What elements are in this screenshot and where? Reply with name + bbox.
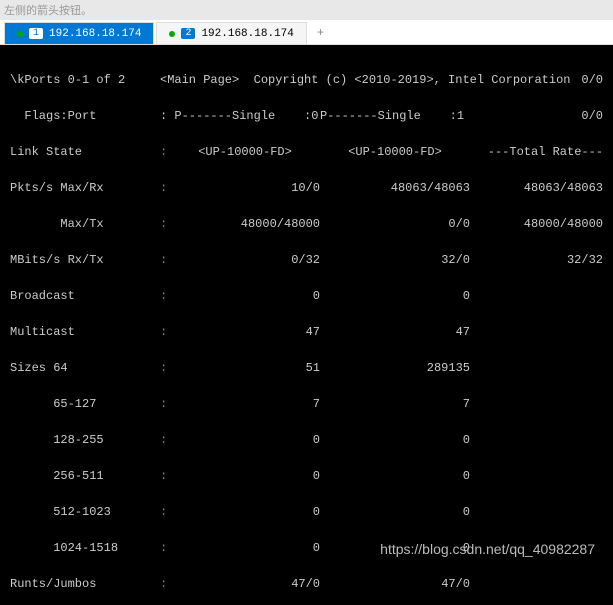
maxtx-p0: 48000/48000 xyxy=(170,215,320,233)
mcast-p1: 47 xyxy=(320,323,470,341)
flags-p1: P-------Single :1 xyxy=(320,107,500,125)
flags-p0: : P-------Single :0 xyxy=(160,107,320,125)
s256-p1: 0 xyxy=(320,467,470,485)
link-p1: <UP-10000-FD> xyxy=(320,143,470,161)
bcast-p1: 0 xyxy=(320,287,470,305)
s1024-p0: 0 xyxy=(170,539,320,557)
link-label: Link State xyxy=(10,143,160,161)
s256-label: 256-511 xyxy=(10,467,160,485)
s512-p1: 0 xyxy=(320,503,470,521)
runts-p0: 47/0 xyxy=(170,575,320,593)
s64-p0: 51 xyxy=(170,359,320,377)
s128-p1: 0 xyxy=(320,431,470,449)
pktsmax-total: 48063/48063 xyxy=(524,179,603,197)
s65-p1: 7 xyxy=(320,395,470,413)
status-dot-icon xyxy=(169,31,175,37)
runts-p1: 47/0 xyxy=(320,575,470,593)
terminal-output: \kPorts 0-1 of 2<Main Page> Copyright (c… xyxy=(0,45,613,605)
s128-label: 128-255 xyxy=(10,431,160,449)
ports-header: \kPorts 0-1 of 2 xyxy=(10,71,160,89)
s65-p0: 7 xyxy=(170,395,320,413)
bcast-p0: 0 xyxy=(170,287,320,305)
flags-label: Flags:Port xyxy=(10,107,160,125)
pktsmax-label: Pkts/s Max/Rx xyxy=(10,179,160,197)
mbits-total: 32/32 xyxy=(567,251,603,269)
maxtx-p1: 0/0 xyxy=(320,215,470,233)
s128-p0: 0 xyxy=(170,431,320,449)
link-p0: <UP-10000-FD> xyxy=(170,143,320,161)
maxtx-total: 48000/48000 xyxy=(524,215,603,233)
tab-bar: 1 192.168.18.174 2 192.168.18.174 + xyxy=(0,20,613,45)
tab-label: 192.168.18.174 xyxy=(201,28,293,40)
s64-label: Sizes 64 xyxy=(10,359,160,377)
s65-label: 65-127 xyxy=(10,395,160,413)
pktsmax-p1: 48063/48063 xyxy=(320,179,470,197)
s512-label: 512-1023 xyxy=(10,503,160,521)
add-tab-button[interactable]: + xyxy=(309,22,332,44)
maxtx-label: Max/Tx xyxy=(10,215,160,233)
tab-label: 192.168.18.174 xyxy=(49,28,141,40)
mbits-label: MBits/s Rx/Tx xyxy=(10,251,160,269)
s64-p1: 289135 xyxy=(320,359,470,377)
header-rate: 0/0 xyxy=(570,71,603,89)
mcast-label: Multicast xyxy=(10,323,160,341)
s256-p0: 0 xyxy=(170,467,320,485)
s1024-label: 1024-1518 xyxy=(10,539,160,557)
status-dot-icon xyxy=(17,31,23,37)
flags-total: 0/0 xyxy=(543,107,603,125)
tab-2[interactable]: 2 192.168.18.174 xyxy=(156,22,306,44)
watermark: https://blog.csdn.net/qq_40982287 xyxy=(380,539,595,560)
mbits-p0: 0/32 xyxy=(170,251,320,269)
tab-number: 2 xyxy=(181,28,195,39)
page-hint: 左侧的箭头按钮。 xyxy=(0,0,613,20)
mcast-p0: 47 xyxy=(170,323,320,341)
pktsmax-p0: 10/0 xyxy=(170,179,320,197)
copyright: <Main Page> Copyright (c) <2010-2019>, I… xyxy=(160,71,570,89)
tab-1[interactable]: 1 192.168.18.174 xyxy=(4,22,154,44)
mbits-p1: 32/0 xyxy=(320,251,470,269)
runts-label: Runts/Jumbos xyxy=(10,575,160,593)
total-rate-label: ---Total Rate--- xyxy=(488,143,603,161)
bcast-label: Broadcast xyxy=(10,287,160,305)
tab-number: 1 xyxy=(29,28,43,39)
s512-p0: 0 xyxy=(170,503,320,521)
